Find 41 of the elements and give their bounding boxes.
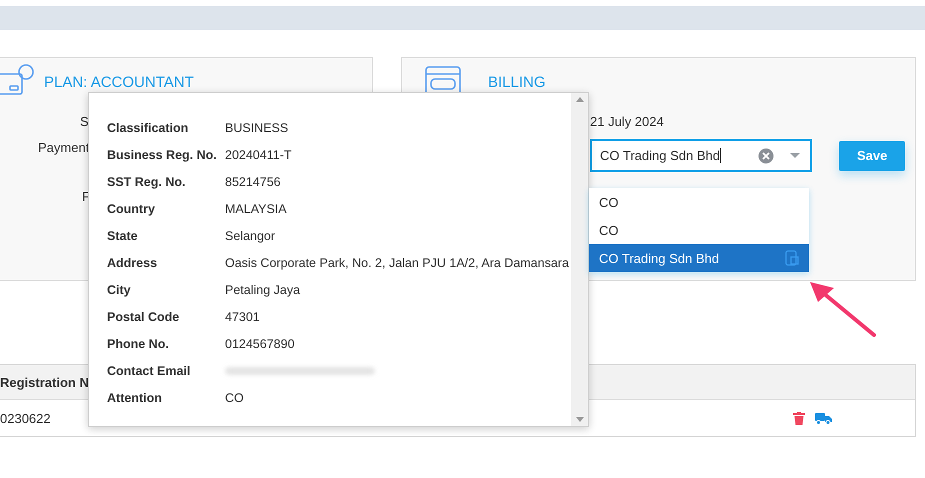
card-title: PLAN: ACCOUNTANT [44,74,194,90]
detail-label: State [107,228,139,242]
detail-label: Address [107,256,158,270]
document-icon[interactable] [785,250,799,266]
pointer-arrow [808,280,878,340]
dropdown-option[interactable]: CO [589,216,809,244]
scroll-down-icon[interactable] [576,417,584,422]
detail-value: CO [225,390,244,404]
trash-icon[interactable] [793,412,805,424]
detail-value: 20240411-T [225,148,292,162]
detail-label: Postal Code [107,310,180,324]
detail-value: 85214756 [225,174,281,188]
scrollbar[interactable] [571,93,588,426]
field-label: Payment [38,140,90,155]
billing-date: 21 July 2024 [590,114,664,129]
detail-label: Classification [107,120,190,134]
truck-icon[interactable] [815,412,832,424]
column-header: Registration N [0,374,89,390]
detail-label: City [107,282,132,296]
detail-value: Oasis Corporate Park, No. 2, Jalan PJU 1A/2, Ara Damansara [225,256,569,270]
detail-label: Phone No. [107,336,170,350]
scroll-up-icon[interactable] [576,97,584,102]
clear-icon[interactable] [758,148,774,164]
detail-label: Country [107,202,156,216]
detail-value: MALAYSIA [225,202,287,216]
detail-value: 47301 [225,310,260,324]
table-cell: 0230622 [0,410,51,426]
card-title: BILLING [488,74,546,90]
detail-label: Contact Email [107,364,192,378]
dropdown-option[interactable]: CO Trading Sdn Bhd [589,244,809,272]
field-label: S [80,114,89,129]
detail-value: Selangor [225,228,276,242]
detail-label: SST Reg. No. [107,174,186,188]
company-select[interactable]: CO Trading Sdn Bhd [590,139,812,172]
detail-value: BUSINESS [225,120,288,134]
dropdown-option[interactable]: CO [589,188,809,216]
detail-label: Business Reg. No. [107,148,218,162]
detail-label: Attention [107,390,163,404]
detail-value: Petaling Jaya [225,282,300,296]
dropdown-caret-icon[interactable] [790,152,800,158]
detail-value: 0124567890 [225,336,295,350]
